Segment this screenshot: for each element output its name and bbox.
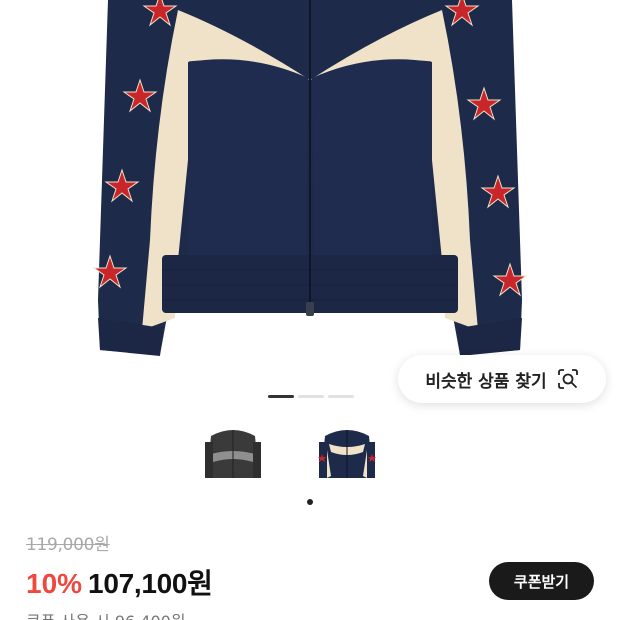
find-similar-label: 비슷한 상품 찾기	[425, 371, 547, 392]
swatch-navy[interactable]	[311, 420, 383, 492]
lens-search-icon	[557, 368, 579, 390]
get-coupon-button[interactable]: 쿠폰받기	[489, 562, 594, 600]
pager-indicator	[298, 395, 324, 398]
coupon-price-note: 쿠폰 사용 시 96,400원	[26, 608, 186, 620]
pager-indicator	[328, 395, 354, 398]
price-row: 10% 107,100원	[26, 562, 213, 602]
jacket-illustration	[92, 0, 528, 356]
selected-swatch-indicator	[307, 499, 313, 505]
pager-indicator-active	[268, 395, 294, 398]
original-price: 119,000원	[26, 535, 110, 555]
sale-price: 107,100원	[88, 568, 213, 599]
product-image[interactable]	[0, 0, 620, 380]
discount-rate: 10%	[26, 568, 83, 599]
color-swatch-list	[197, 420, 383, 492]
find-similar-button[interactable]: 비슷한 상품 찾기	[398, 355, 606, 403]
gallery-pager	[268, 395, 354, 398]
swatch-charcoal[interactable]	[197, 420, 269, 492]
